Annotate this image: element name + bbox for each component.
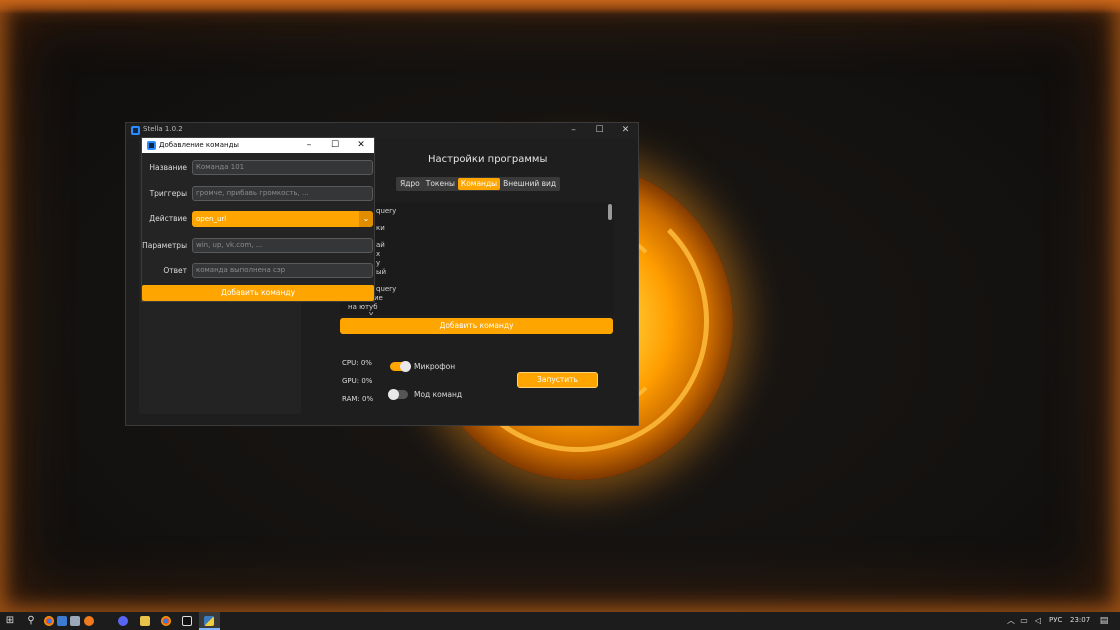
list-item[interactable]: х — [376, 250, 380, 258]
cpu-usage: CPU: 0% — [342, 359, 372, 367]
close-icon[interactable]: ✕ — [612, 123, 639, 138]
toggle-knob — [388, 389, 399, 400]
tab-core[interactable]: Ядро — [397, 178, 423, 190]
params-label: Параметры — [142, 241, 187, 250]
gpu-usage: GPU: 0% — [342, 377, 373, 385]
action-value: open_url — [196, 215, 227, 223]
chrome-icon[interactable] — [161, 616, 171, 626]
run-button[interactable]: Запустить — [517, 372, 598, 388]
microphone-label: Микрофон — [414, 362, 456, 371]
close-icon[interactable]: ✕ — [348, 138, 374, 153]
triggers-label: Триггеры — [149, 189, 187, 198]
notifications-icon[interactable]: ▤ — [1098, 615, 1110, 627]
window-title: Stella 1.0.2 — [143, 125, 183, 133]
answer-field[interactable]: команда выполнена сэр — [192, 263, 373, 278]
scrollbar[interactable] — [608, 204, 612, 220]
command-list[interactable]: query ки ай х у ый query ие на ютуб у — [340, 202, 614, 315]
chevron-down-icon[interactable]: ⌄ — [359, 211, 373, 227]
chevron-up-icon[interactable]: ︿ — [1005, 615, 1017, 627]
params-field[interactable]: win, up, vk.com, ... — [192, 238, 373, 253]
add-command-dialog: Добавление команды – ☐ ✕ Название Команд… — [141, 137, 375, 302]
firefox-icon[interactable] — [84, 616, 94, 626]
python-icon — [204, 616, 214, 626]
list-item[interactable]: query — [376, 207, 396, 215]
answer-label: Ответ — [163, 266, 187, 275]
app-icon — [131, 126, 140, 135]
file-icon[interactable] — [70, 616, 80, 626]
search-icon[interactable]: ⚲ — [25, 615, 37, 627]
dialog-title: Добавление команды — [159, 141, 239, 149]
name-label: Название — [149, 163, 187, 172]
discord-icon[interactable] — [118, 616, 128, 626]
tab-commands[interactable]: Команды — [457, 178, 501, 190]
main-titlebar[interactable]: Stella 1.0.2 – ☐ ✕ — [126, 123, 638, 138]
app-icon — [147, 141, 156, 150]
network-icon[interactable]: ▭ — [1018, 615, 1030, 627]
wallpaper-fire-edge — [0, 0, 1120, 14]
pycharm-icon[interactable] — [182, 616, 192, 626]
action-select[interactable]: open_url ⌄ — [192, 211, 373, 227]
command-mode-label: Мод команд — [414, 390, 463, 399]
taskbar: ⊞ ⚲ ︿ ▭ ◁ РУС 23:07 ▤ — [0, 612, 1120, 630]
start-icon[interactable]: ⊞ — [4, 615, 16, 627]
maximize-icon[interactable]: ☐ — [322, 138, 348, 153]
triggers-field[interactable]: громче, прибавь громкость, ... — [192, 186, 373, 201]
ram-usage: RAM: 0% — [342, 395, 374, 403]
explorer-icon[interactable] — [140, 616, 150, 626]
maximize-icon[interactable]: ☐ — [586, 123, 613, 138]
language-indicator[interactable]: РУС — [1049, 616, 1062, 624]
minimize-icon[interactable]: – — [296, 138, 322, 153]
list-item[interactable]: ки — [376, 224, 385, 232]
volume-icon[interactable]: ◁ — [1032, 615, 1044, 627]
list-item[interactable]: ый — [376, 268, 386, 276]
chrome-icon[interactable] — [44, 616, 54, 626]
action-label: Действие — [149, 214, 187, 223]
clock[interactable]: 23:07 — [1070, 616, 1090, 624]
taskbar-active-app[interactable] — [199, 612, 220, 630]
list-item[interactable]: ие — [374, 294, 383, 302]
name-field[interactable]: Команда 101 — [192, 160, 373, 175]
minimize-icon[interactable]: – — [560, 123, 587, 138]
microphone-toggle[interactable] — [390, 361, 411, 372]
list-item[interactable]: у — [369, 310, 373, 315]
list-item[interactable]: у — [376, 259, 380, 267]
list-item[interactable]: query — [376, 285, 396, 293]
command-mode-toggle[interactable] — [388, 389, 408, 400]
dialog-titlebar[interactable]: Добавление команды – ☐ ✕ — [142, 138, 374, 153]
add-command-button[interactable]: Добавить команду — [340, 318, 613, 334]
monitor-icon[interactable] — [57, 616, 67, 626]
settings-title: Настройки программы — [428, 154, 548, 165]
tab-tokens[interactable]: Токены — [423, 178, 458, 190]
toggle-knob — [400, 361, 411, 372]
list-item[interactable]: ай — [376, 241, 385, 249]
tabs-bar: Ядро Токены Команды Внешний вид — [396, 177, 561, 191]
tab-appearance[interactable]: Внешний вид — [500, 178, 559, 190]
add-command-button[interactable]: Добавить команду — [142, 285, 374, 301]
